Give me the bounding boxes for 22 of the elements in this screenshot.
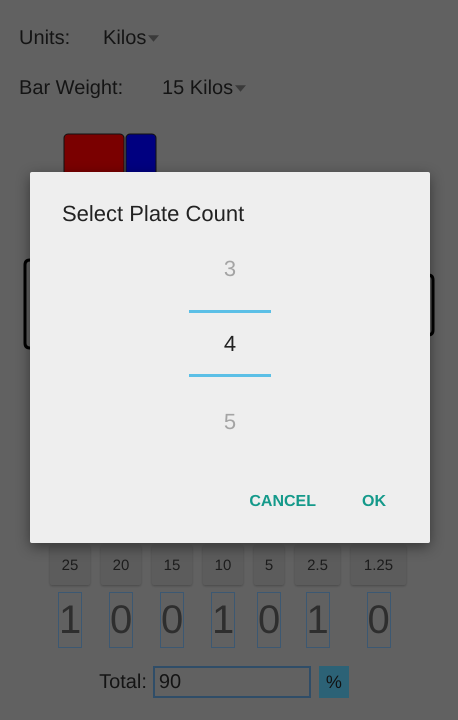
plate-button[interactable]: 5 <box>254 545 284 585</box>
total-label: Total: <box>99 670 147 694</box>
units-label: Units: <box>19 26 72 50</box>
plate-button[interactable]: 25 <box>50 545 90 585</box>
picker-item[interactable]: 5 <box>189 391 271 453</box>
picker-item[interactable]: 4 <box>189 310 271 377</box>
bar-weight-label: Bar Weight: <box>19 76 124 100</box>
dialog-button[interactable]: CANCEL <box>237 482 328 522</box>
plate-button[interactable]: 15 <box>152 545 192 585</box>
dialog-button[interactable]: OK <box>350 482 398 522</box>
plate-button[interactable]: 20 <box>101 545 141 585</box>
percent-button[interactable]: % <box>318 666 349 698</box>
plate-button[interactable]: 1.25 <box>351 545 406 585</box>
dialog-title: Select Plate Count <box>62 200 244 228</box>
caret-icon <box>148 34 160 42</box>
dropdown[interactable]: Kilos <box>103 26 160 50</box>
dropdown[interactable]: 15 Kilos <box>162 76 246 100</box>
picker-item[interactable]: 3 <box>189 238 271 300</box>
plate-button[interactable]: 10 <box>203 545 243 585</box>
plate-button[interactable]: 2.5 <box>295 545 340 585</box>
total-field[interactable]: 90 <box>152 666 311 698</box>
caret-icon <box>235 84 246 92</box>
